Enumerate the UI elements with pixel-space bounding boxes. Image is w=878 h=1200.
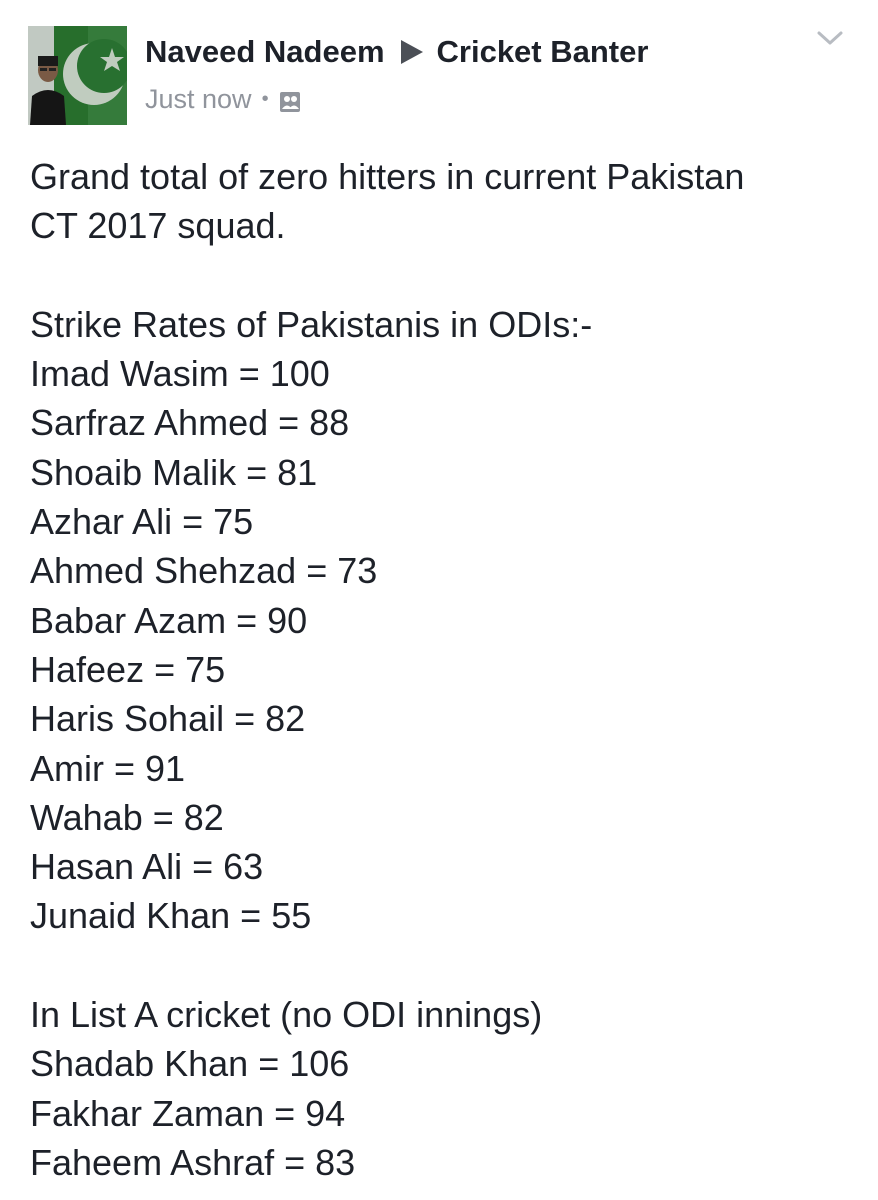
odi-rate-line: Ahmed Shehzad = 73 bbox=[30, 550, 378, 592]
odi-rate-line: Haris Sohail = 82 bbox=[30, 698, 306, 740]
odi-rate-line: Hafeez = 75 bbox=[30, 648, 226, 690]
pakistan-flag-profile-photo bbox=[28, 26, 127, 125]
intro-line: CT 2017 squad. bbox=[30, 205, 286, 247]
lista-heading: In List A cricket (no ODI innings) bbox=[30, 994, 543, 1036]
post-header: Naveed Nadeem Cricket Banter Just now • bbox=[0, 0, 878, 140]
group-name[interactable]: Cricket Banter bbox=[437, 34, 649, 70]
odi-rate-line: Imad Wasim = 100 bbox=[30, 353, 330, 395]
odi-rate-line: Sarfraz Ahmed = 88 bbox=[30, 402, 350, 444]
meta-separator: • bbox=[261, 88, 269, 110]
lista-rate-line: Shadab Khan = 106 bbox=[30, 1043, 350, 1085]
lista-rate-line: Fakhar Zaman = 94 bbox=[30, 1092, 346, 1134]
odi-rate-line: Babar Azam = 90 bbox=[30, 599, 308, 641]
odi-rate-line: Amir = 91 bbox=[30, 747, 186, 789]
post-body: Grand total of zero hitters in current P… bbox=[30, 152, 860, 1187]
odi-rate-line: Shoaib Malik = 81 bbox=[30, 451, 318, 493]
avatar[interactable] bbox=[28, 26, 127, 125]
post-timestamp[interactable]: Just now bbox=[145, 84, 252, 115]
post-author-line: Naveed Nadeem Cricket Banter bbox=[145, 34, 648, 70]
post-meta: Just now • bbox=[145, 84, 301, 115]
odi-rate-line: Azhar Ali = 75 bbox=[30, 501, 254, 543]
group-icon bbox=[279, 89, 301, 112]
odi-rate-line: Junaid Khan = 55 bbox=[30, 895, 312, 937]
chevron-down-icon[interactable] bbox=[816, 28, 844, 48]
odi-rate-line: Hasan Ali = 63 bbox=[30, 846, 264, 888]
intro-line: Grand total of zero hitters in current P… bbox=[30, 156, 745, 197]
odi-rate-line: Wahab = 82 bbox=[30, 796, 224, 838]
arrow-right-icon bbox=[400, 40, 423, 64]
lista-rate-line: Faheem Ashraf = 83 bbox=[30, 1141, 356, 1183]
odi-heading: Strike Rates of Pakistanis in ODIs:- bbox=[30, 303, 593, 345]
author-name[interactable]: Naveed Nadeem bbox=[145, 34, 385, 70]
